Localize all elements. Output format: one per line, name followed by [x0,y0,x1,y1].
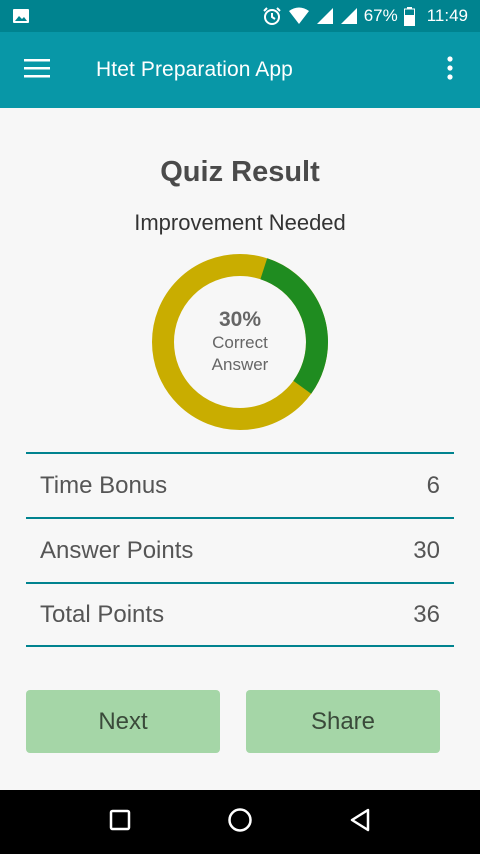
menu-button[interactable] [0,32,74,108]
correct-percent: 30% [218,308,262,331]
stat-value: 36 [413,600,440,628]
table-row: Answer Points 30 [26,517,454,582]
home-button[interactable] [208,790,272,854]
quiz-result-content: Quiz Result Improvement Needed 30% Corre… [0,108,480,790]
circle-icon [227,807,253,838]
back-button[interactable] [328,790,392,854]
stat-label: Time Bonus [40,471,168,499]
correct-answer-label: Correct Answer [211,333,269,374]
donut-center-label: 30% Correct Answer [150,252,330,432]
back-triangle-icon [349,808,371,837]
stat-label: Answer Points [40,536,194,564]
table-row: Total Points 36 [26,582,454,647]
hamburger-menu-icon [24,58,50,83]
quiz-result-subtitle: Improvement Needed [134,210,346,235]
square-icon [109,809,131,836]
table-row: Time Bonus 6 [26,452,454,517]
wifi-icon [288,7,310,25]
next-button[interactable]: Next [26,690,220,753]
stat-value: 30 [413,536,440,564]
signal-icon-2 [340,7,358,25]
app-title: Htet Preparation App [96,58,293,81]
overflow-menu-button[interactable] [420,32,480,108]
system-nav-bar [0,790,480,854]
alarm-icon [262,6,282,26]
stat-value: 6 [426,471,440,499]
recents-button[interactable] [88,790,152,854]
status-bar: 67% 11:49 [0,0,480,32]
clock-time: 11:49 [426,6,468,25]
battery-icon [403,6,415,26]
more-vert-icon [447,55,453,85]
stat-label: Total Points [40,600,165,628]
signal-icon [316,7,334,25]
quiz-result-title: Quiz Result [160,156,320,188]
share-button[interactable]: Share [246,690,440,753]
score-table: Time Bonus 6 Answer Points 30 Total Poin… [26,452,454,647]
battery-percent: 67% [363,6,398,25]
app-bar: Htet Preparation App [0,32,480,108]
image-notification-icon [12,7,30,25]
